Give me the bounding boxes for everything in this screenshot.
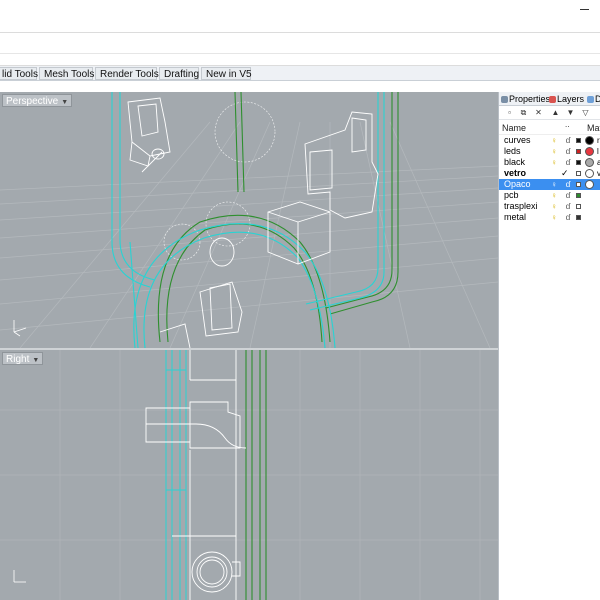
layer-row-curves[interactable]: curves ♀ ɗ r (499, 135, 600, 146)
viewport-menu-caret-icon[interactable]: ▼ (32, 354, 39, 367)
layers-icon (549, 96, 556, 103)
tab-display[interactable]: D (587, 94, 600, 104)
new-sublayer-icon[interactable]: ⧉ (519, 108, 528, 117)
visibility-bulb-icon[interactable]: ♀ (551, 159, 557, 167)
tab-properties-label: Properties (509, 94, 551, 104)
delete-layer-icon[interactable]: ✕ (534, 108, 543, 117)
perspective-label-text: Perspective (6, 96, 59, 107)
display-icon (587, 96, 594, 103)
material-column-header[interactable]: Mat (587, 123, 600, 133)
right-viewport[interactable]: Right ▼ (0, 350, 498, 600)
tab-new-in-v5[interactable]: New in V5 (201, 67, 252, 80)
material-ball-icon[interactable] (585, 169, 594, 178)
lock-icon[interactable]: ɗ (565, 181, 571, 189)
right-viewport-label[interactable]: Right ▼ (2, 352, 44, 367)
layer-color-swatch[interactable] (576, 171, 581, 176)
layer-name: metal (504, 212, 527, 222)
layer-row-pcb[interactable]: pcb ♀ ɗ (499, 190, 600, 201)
layer-row-metal[interactable]: metal ♀ ɗ (499, 212, 600, 223)
layer-color-swatch[interactable] (576, 138, 581, 143)
tab-layers[interactable]: Layers (549, 94, 584, 104)
layer-name: trasplexi (504, 201, 538, 211)
layer-color-swatch[interactable] (576, 160, 581, 165)
tab-layers-label: Layers (557, 94, 585, 104)
tab-display-label: D (595, 94, 600, 104)
current-layer-check-icon[interactable]: ✓ (561, 169, 569, 178)
layer-name: curves (504, 135, 531, 145)
layer-color-swatch[interactable] (576, 215, 581, 220)
tab-properties[interactable]: Properties (501, 94, 550, 104)
layer-row-vetro[interactable]: vetro ✓ v (499, 168, 600, 179)
right-label-text: Right (6, 354, 30, 365)
layers-column-header: Name .. Mat (499, 120, 600, 135)
visibility-bulb-icon[interactable]: ♀ (551, 192, 557, 200)
material-name: l (597, 147, 599, 156)
layer-name: pcb (504, 190, 519, 200)
layer-color-swatch[interactable] (576, 204, 581, 209)
lock-icon[interactable]: ɗ (565, 192, 571, 200)
lock-icon[interactable]: ɗ (565, 203, 571, 211)
tab-drafting[interactable]: Drafting (159, 67, 199, 80)
current-column-header[interactable]: .. (565, 120, 569, 129)
panel-tab-bar: Properties Layers D (499, 92, 600, 106)
command-line[interactable] (0, 53, 600, 54)
material-name: r (597, 136, 600, 145)
toolbar-tab-bar: lid Tools Mesh Tools Render Tools Drafti… (0, 66, 600, 81)
perspective-viewport-label[interactable]: Perspective ▼ (2, 94, 73, 109)
layer-row-opaco[interactable]: Opaco ♀ ɗ (499, 179, 600, 190)
layer-row-trasplexi[interactable]: trasplexi ♀ ɗ (499, 201, 600, 212)
lock-icon[interactable]: ɗ (565, 159, 571, 167)
new-layer-icon[interactable]: ▫ (505, 108, 514, 117)
properties-icon (501, 96, 508, 103)
tab-solid-tools[interactable]: lid Tools (0, 67, 38, 80)
layer-color-swatch[interactable] (576, 193, 581, 198)
visibility-bulb-icon[interactable]: ♀ (551, 214, 557, 222)
tab-mesh-tools[interactable]: Mesh Tools (39, 67, 94, 80)
layer-name: Opaco (504, 179, 531, 189)
visibility-bulb-icon[interactable]: ♀ (551, 148, 557, 156)
tab-render-tools[interactable]: Render Tools (95, 67, 159, 80)
material-ball-icon[interactable] (585, 136, 594, 145)
visibility-bulb-icon[interactable]: ♀ (551, 203, 557, 211)
layer-name: leds (504, 146, 521, 156)
lock-icon[interactable]: ɗ (565, 214, 571, 222)
layers-list: curves ♀ ɗ r leds ♀ ɗ l black ♀ ɗ a vetr… (499, 135, 600, 223)
minimize-icon[interactable] (578, 3, 592, 13)
material-ball-icon[interactable] (585, 158, 594, 167)
visibility-bulb-icon[interactable]: ♀ (551, 181, 557, 189)
move-up-icon[interactable]: ▲ (551, 108, 560, 117)
perspective-viewport[interactable]: Perspective ▼ (0, 92, 498, 348)
move-down-icon[interactable]: ▼ (566, 108, 575, 117)
filter-icon[interactable]: ▽ (581, 108, 590, 117)
command-area (0, 32, 600, 66)
lock-icon[interactable]: ɗ (565, 137, 571, 145)
viewport-area: Perspective ▼ Right ▼ (0, 92, 498, 600)
layer-color-swatch[interactable] (576, 149, 581, 154)
layers-toolbar: ▫ ⧉ ✕ ▲ ▼ ▽ (499, 106, 600, 120)
title-bar (0, 0, 600, 32)
layer-name: black (504, 157, 526, 167)
perspective-drawing (0, 92, 498, 348)
layer-color-swatch[interactable] (576, 182, 581, 187)
material-ball-icon[interactable] (585, 180, 594, 189)
visibility-bulb-icon[interactable]: ♀ (551, 137, 557, 145)
material-ball-icon[interactable] (585, 147, 594, 156)
layer-row-leds[interactable]: leds ♀ ɗ l (499, 146, 600, 157)
right-drawing (0, 350, 498, 600)
layer-row-black[interactable]: black ♀ ɗ a (499, 157, 600, 168)
name-column-header[interactable]: Name (502, 123, 526, 133)
viewport-menu-caret-icon[interactable]: ▼ (61, 96, 68, 109)
layers-panel: Properties Layers D ▫ ⧉ ✕ ▲ ▼ ▽ Name .. … (498, 92, 600, 600)
layer-name: vetro (504, 168, 527, 178)
lock-icon[interactable]: ɗ (565, 148, 571, 156)
